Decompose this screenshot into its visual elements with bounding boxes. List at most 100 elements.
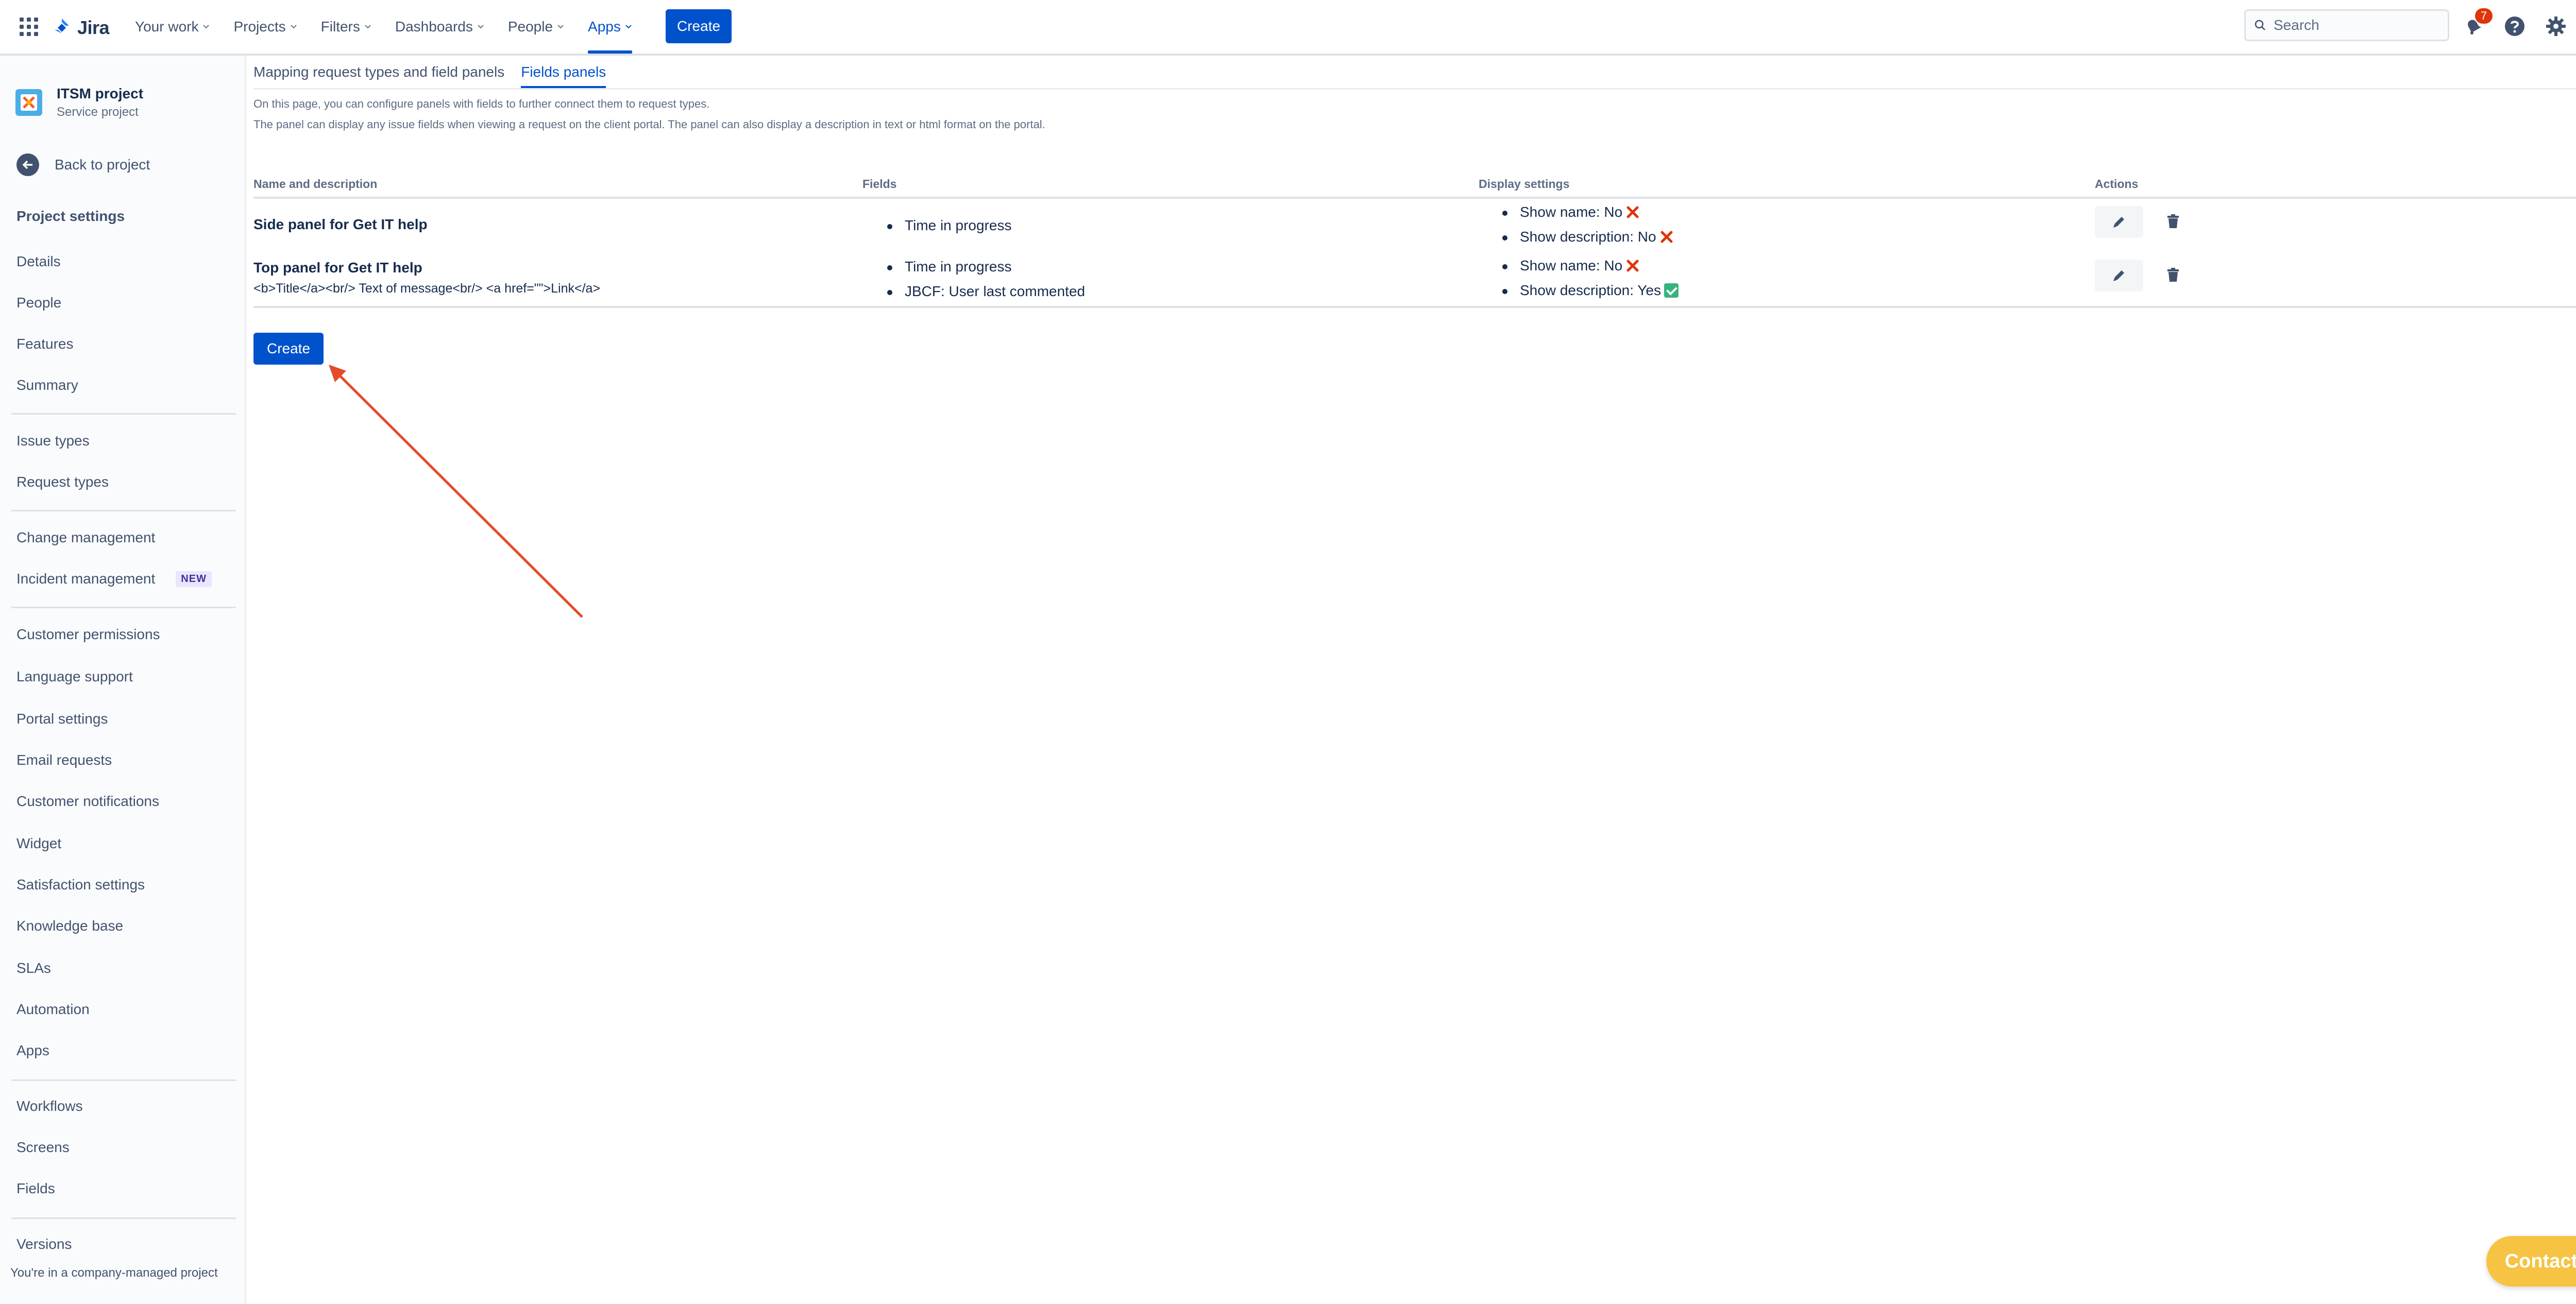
edit-button[interactable] bbox=[2095, 260, 2143, 291]
sidebar-item-label: Incident management bbox=[16, 571, 156, 587]
sidebar-item-people[interactable]: People bbox=[16, 295, 61, 311]
panel-tabs: Mapping request types and field panels F… bbox=[253, 61, 606, 89]
delete-button[interactable] bbox=[2163, 211, 2183, 232]
sidebar-item-fields[interactable]: Fields bbox=[16, 1180, 55, 1197]
new-badge: NEW bbox=[176, 571, 212, 587]
pencil-icon bbox=[2113, 270, 2124, 281]
notifications-button[interactable]: 7 bbox=[2461, 8, 2493, 39]
sidebar-item-incident-management[interactable]: Incident management NEW bbox=[16, 571, 212, 587]
nav-apps[interactable]: Apps bbox=[588, 0, 632, 54]
contact-us-button[interactable]: Contact Us bbox=[2486, 1236, 2576, 1286]
chevron-down-icon bbox=[203, 25, 210, 29]
sidebar-item-label: Change management bbox=[16, 529, 156, 545]
sidebar-item-label: Automation bbox=[16, 1001, 90, 1017]
sidebar-divider bbox=[11, 1079, 236, 1081]
chevron-down-icon bbox=[365, 25, 371, 29]
project-type: Service project bbox=[57, 105, 139, 119]
column-header-fields: Fields bbox=[862, 177, 897, 191]
nav-label: People bbox=[507, 19, 553, 35]
back-to-project-link[interactable]: Back to project bbox=[16, 153, 150, 176]
help-button[interactable] bbox=[2502, 13, 2528, 39]
sidebar-item-issue-types[interactable]: Issue types bbox=[16, 433, 90, 449]
sidebar-item-request-types[interactable]: Request types bbox=[16, 474, 109, 490]
delete-button[interactable] bbox=[2163, 265, 2183, 285]
column-header-display-settings: Display settings bbox=[1479, 177, 1570, 191]
nav-dashboards[interactable]: Dashboards bbox=[395, 0, 484, 54]
description-line-1: On this page, you can configure panels w… bbox=[253, 97, 710, 110]
tab-fields-panels[interactable]: Fields panels bbox=[521, 61, 606, 89]
sidebar-item-email-requests[interactable]: Email requests bbox=[16, 752, 112, 768]
sidebar-item-label: Workflows bbox=[16, 1098, 83, 1114]
nav-projects[interactable]: Projects bbox=[233, 0, 297, 54]
sidebar-item-summary[interactable]: Summary bbox=[16, 377, 78, 393]
jira-logo-icon bbox=[55, 19, 69, 33]
column-header-actions: Actions bbox=[2095, 177, 2139, 191]
company-managed-note: You're in a company-managed project bbox=[10, 1266, 218, 1280]
search-input[interactable] bbox=[2274, 17, 2438, 33]
project-sidebar: ITSM project Service project Back to pro… bbox=[0, 56, 246, 1304]
panel-name: Top panel for Get IT help bbox=[253, 260, 422, 276]
setting-label: Show name: No bbox=[1520, 258, 1623, 273]
sidebar-item-automation[interactable]: Automation bbox=[16, 1001, 90, 1018]
nav-label: Projects bbox=[233, 19, 286, 35]
sidebar-item-widget[interactable]: Widget bbox=[16, 835, 61, 852]
table-header-divider bbox=[253, 197, 2576, 199]
sidebar-item-knowledge-base[interactable]: Knowledge base bbox=[16, 918, 123, 934]
arrow-left-icon bbox=[16, 153, 39, 176]
project-settings-heading: Project settings bbox=[16, 208, 125, 224]
settings-button[interactable] bbox=[2543, 13, 2569, 39]
nav-label: Apps bbox=[588, 19, 621, 35]
sidebar-divider bbox=[11, 607, 236, 608]
nav-filters[interactable]: Filters bbox=[321, 0, 371, 54]
app-switcher-icon[interactable] bbox=[20, 18, 38, 36]
back-label: Back to project bbox=[55, 157, 150, 173]
sidebar-item-label: Versions bbox=[16, 1236, 72, 1252]
sidebar-item-satisfaction-settings[interactable]: Satisfaction settings bbox=[16, 877, 145, 893]
field-item: Time in progress bbox=[887, 259, 1012, 274]
nav-people[interactable]: People bbox=[508, 0, 564, 54]
sidebar-item-slas[interactable]: SLAs bbox=[16, 960, 51, 976]
sidebar-item-apps[interactable]: Apps bbox=[16, 1042, 49, 1059]
setting-label: Show name: No bbox=[1520, 204, 1623, 220]
sidebar-item-label: Customer permissions bbox=[16, 626, 160, 642]
trash-icon bbox=[2167, 214, 2179, 228]
sidebar-item-label: Screens bbox=[16, 1139, 70, 1155]
sidebar-item-label: Issue types bbox=[16, 433, 90, 449]
display-setting-item: Show name: No bbox=[1502, 204, 1640, 220]
edit-button[interactable] bbox=[2095, 206, 2143, 238]
sidebar-item-workflows[interactable]: Workflows bbox=[16, 1098, 83, 1114]
sidebar-item-label: Summary bbox=[16, 377, 78, 393]
description-line-2: The panel can display any issue fields w… bbox=[253, 118, 1045, 131]
nav-label: Dashboards bbox=[395, 19, 473, 35]
trash-icon bbox=[2167, 268, 2179, 282]
sidebar-item-label: Knowledge base bbox=[16, 918, 124, 934]
green-check-icon bbox=[1664, 283, 1679, 298]
chevron-down-icon bbox=[625, 25, 632, 29]
sidebar-item-versions[interactable]: Versions bbox=[16, 1236, 72, 1252]
sidebar-item-label: Details bbox=[16, 253, 61, 269]
setting-label: Show description: No bbox=[1520, 229, 1656, 245]
tab-mapping-request-types[interactable]: Mapping request types and field panels bbox=[253, 61, 504, 89]
sidebar-item-details[interactable]: Details bbox=[16, 253, 61, 270]
sidebar-item-change-management[interactable]: Change management bbox=[16, 529, 155, 546]
annotation-arrow-icon bbox=[329, 365, 583, 618]
panel-description: <b>Title</a><br/> Text of message<br/> <… bbox=[253, 281, 601, 296]
column-header-name: Name and description bbox=[253, 177, 378, 191]
sidebar-item-customer-permissions[interactable]: Customer permissions bbox=[16, 626, 160, 643]
sidebar-item-screens[interactable]: Screens bbox=[16, 1139, 70, 1156]
project-header[interactable]: ITSM project Service project bbox=[15, 85, 143, 119]
search-box[interactable] bbox=[2244, 9, 2449, 41]
sidebar-item-language-support[interactable]: Language support bbox=[16, 668, 133, 685]
sidebar-item-portal-settings[interactable]: Portal settings bbox=[16, 711, 108, 727]
sidebar-item-label: Request types bbox=[16, 474, 109, 490]
create-issue-button[interactable]: Create bbox=[666, 9, 732, 43]
jira-logo[interactable]: Jira bbox=[52, 13, 110, 42]
nav-your-work[interactable]: Your work bbox=[135, 0, 210, 54]
sidebar-item-features[interactable]: Features bbox=[16, 336, 74, 352]
field-item: JBCF: User last commented bbox=[887, 283, 1086, 299]
project-name: ITSM project bbox=[57, 85, 144, 101]
sidebar-item-customer-notifications[interactable]: Customer notifications bbox=[16, 793, 159, 810]
table-bottom-divider bbox=[253, 306, 2576, 308]
create-panel-button[interactable]: Create bbox=[253, 333, 324, 365]
sidebar-item-label: Widget bbox=[16, 835, 62, 851]
